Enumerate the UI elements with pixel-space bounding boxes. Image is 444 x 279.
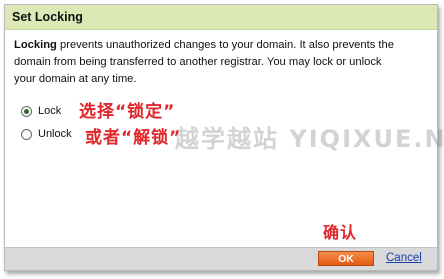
radio-selected-dot [24, 108, 29, 114]
set-locking-dialog: Set Locking Locking prevents unauthorize… [4, 4, 444, 271]
description-line-2: domain from being transferred to another… [14, 56, 382, 68]
annotation-confirm: 确认 [323, 223, 358, 242]
unlock-option[interactable]: Unlock [21, 128, 72, 140]
dialog-title-bar: Set Locking [5, 5, 437, 30]
annotation-select-line1: 选择“锁定” [79, 102, 176, 122]
cancel-link[interactable]: Cancel [386, 252, 422, 264]
description-line-1: prevents unauthorized changes to your do… [56, 39, 394, 51]
lock-radio[interactable] [21, 105, 32, 117]
unlock-radio[interactable] [21, 128, 32, 140]
dialog-footer: OK Cancel [5, 247, 437, 270]
watermark: 越学越站 YIQIXUE.NET [175, 125, 444, 153]
dialog-title: Set Locking [12, 10, 83, 24]
locking-description: Locking prevents unauthorized changes to… [14, 37, 424, 88]
ok-button[interactable]: OK [318, 251, 374, 266]
lock-label[interactable]: Lock [38, 105, 61, 117]
unlock-label[interactable]: Unlock [38, 128, 72, 140]
annotation-select-line2: 或者“解锁” [85, 128, 182, 148]
locking-keyword: Locking [14, 39, 57, 51]
description-line-3: your domain at any time. [14, 73, 137, 85]
lock-option[interactable]: Lock [21, 105, 61, 117]
